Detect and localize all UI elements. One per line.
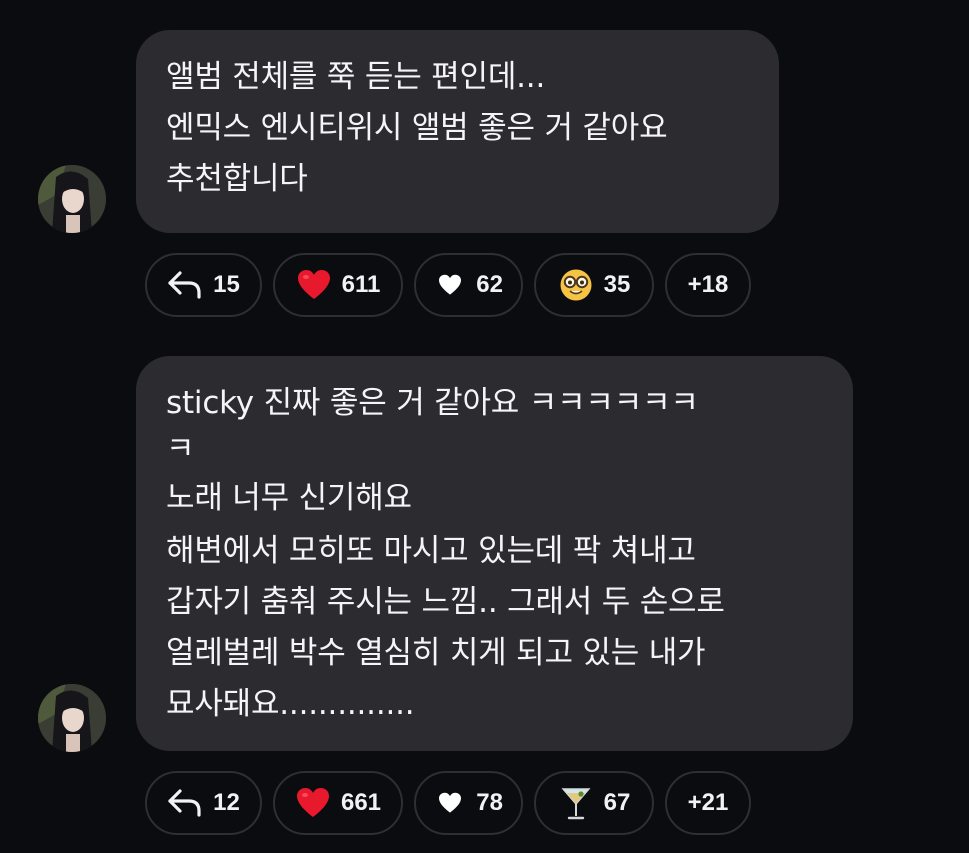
message-text-line: 추천합니다 [166, 161, 308, 197]
message-text-line: 갑자기 춤춰 주시는 느낌.. 그래서 두 손으로 [166, 584, 725, 620]
reply-button[interactable]: 12 [145, 771, 262, 835]
white-heart-count: 78 [476, 789, 503, 816]
cocktail-glass-icon [558, 785, 594, 821]
red-heart-count: 611 [341, 271, 381, 298]
message-bubble[interactable]: 앨범 전체를 쭉 듣는 편인데... 엔믹스 엔시티위시 앨범 좋은 거 같아요… [136, 30, 779, 233]
more-reactions-count: +18 [687, 271, 729, 298]
red-heart-count: 661 [340, 789, 382, 816]
message-text-line: 엔믹스 엔시티위시 앨범 좋은 거 같아요 [166, 110, 668, 146]
message-text-line: 묘사돼요.............. [166, 686, 415, 722]
nerd-face-icon [558, 267, 594, 303]
message-text-line: ㅋ [166, 431, 195, 467]
emoji-reaction-button[interactable]: 35 [534, 253, 654, 317]
white-heart-icon [434, 785, 466, 821]
avatar[interactable] [38, 165, 106, 233]
more-reactions-count: +21 [687, 789, 729, 816]
reply-arrow-icon [167, 267, 203, 303]
red-heart-icon [295, 785, 331, 821]
message-text-line: 앨범 전체를 쭉 듣는 편인데... [166, 59, 546, 95]
white-heart-icon [434, 267, 466, 303]
white-heart-reaction-button[interactable]: 78 [414, 771, 523, 835]
avatar[interactable] [38, 684, 106, 752]
reaction-bar: 12 661 78 67 +21 [145, 771, 751, 835]
message-text-line: 노래 너무 신기해요 [166, 480, 412, 516]
message-text-line: 얼레벌레 박수 열심히 치게 되고 있는 내가 [166, 635, 706, 671]
reply-count: 12 [213, 789, 240, 816]
message-text-line: 해변에서 모히또 마시고 있는데 팍 쳐내고 [166, 533, 696, 569]
reaction-bar: 15 611 62 35 +18 [145, 253, 751, 317]
reply-arrow-icon [167, 785, 203, 821]
emoji-reaction-button[interactable]: 67 [534, 771, 654, 835]
message-text-line: sticky 진짜 좋은 거 같아요 ㅋㅋㅋㅋㅋㅋ [166, 385, 699, 421]
emoji-count: 35 [603, 271, 631, 298]
avatar-photo-icon [38, 684, 106, 752]
red-heart-reaction-button[interactable]: 661 [273, 771, 403, 835]
more-reactions-button[interactable]: +18 [665, 253, 751, 317]
reply-button[interactable]: 15 [145, 253, 262, 317]
white-heart-count: 62 [476, 271, 503, 298]
white-heart-reaction-button[interactable]: 62 [414, 253, 523, 317]
red-heart-reaction-button[interactable]: 611 [273, 253, 403, 317]
message-bubble[interactable]: sticky 진짜 좋은 거 같아요 ㅋㅋㅋㅋㅋㅋ ㅋ 노래 너무 신기해요 해… [136, 356, 853, 751]
red-heart-icon [296, 267, 332, 303]
more-reactions-button[interactable]: +21 [665, 771, 751, 835]
avatar-photo-icon [38, 165, 106, 233]
reply-count: 15 [213, 271, 240, 298]
emoji-count: 67 [603, 789, 631, 816]
